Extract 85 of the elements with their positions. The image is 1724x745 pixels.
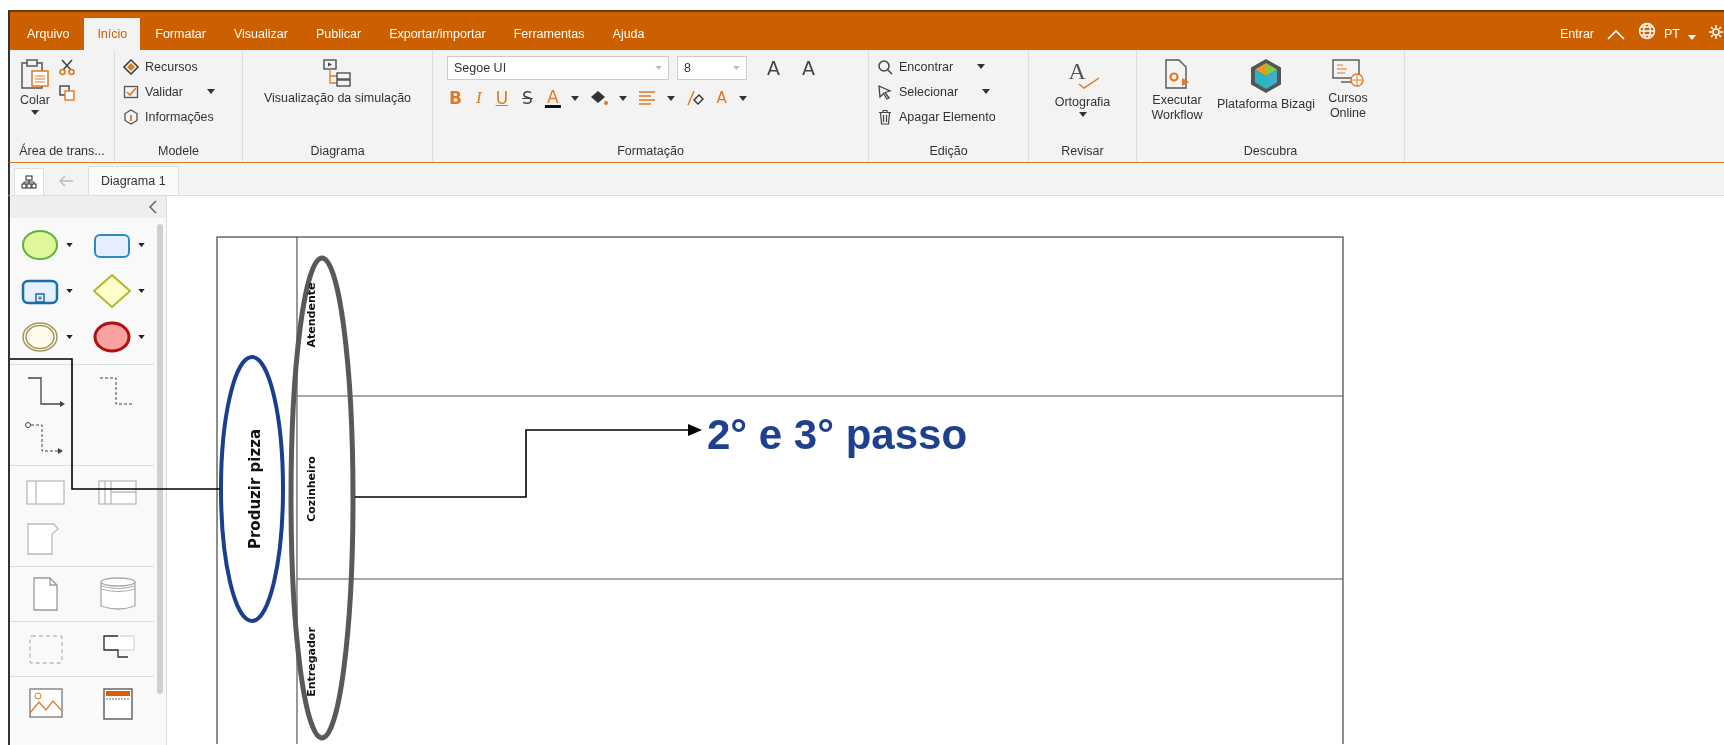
info-button[interactable]: Informações [121,106,236,127]
gateway-icon[interactable] [91,273,132,309]
simulation-icon [322,58,353,88]
caret-icon [982,89,991,94]
caret-icon [207,89,215,94]
grow-font-button[interactable]: A [765,58,782,78]
menu-tab[interactable]: Arquivo [14,18,83,50]
caret-icon [977,64,986,69]
online-courses-button[interactable]: Cursos Online [1320,56,1375,123]
language-selector[interactable]: PT [1662,18,1682,50]
lane-label: Entregador [305,627,318,697]
run-workflow-button[interactable]: Executar Workflow [1143,56,1211,125]
clipboard-icon [20,58,50,90]
caret-icon[interactable] [666,95,675,101]
hierarchy-icon [21,175,37,189]
document-tab[interactable]: Diagrama 1 [88,166,179,195]
diamond-icon [123,58,139,75]
sequence-flow-icon[interactable] [26,376,66,408]
monitor-globe-icon [1330,58,1365,88]
checkbox-icon [123,83,139,100]
caret-icon [31,110,39,115]
strikethrough-button[interactable]: S [520,88,535,108]
resources-button[interactable]: Recursos [121,56,236,77]
shrink-font-button[interactable]: A [800,58,817,78]
align-icon[interactable] [636,90,657,106]
trash-icon [877,108,893,125]
find-button[interactable]: Encontrar [875,56,1022,77]
settings-icon[interactable] [1708,24,1724,40]
caret-icon[interactable] [137,335,145,339]
menu-tab[interactable]: Formatar [142,18,219,50]
caret-icon [1078,112,1087,117]
globe-icon[interactable] [1638,22,1656,40]
collapse-icon[interactable] [1606,28,1626,40]
end-event-icon[interactable] [91,321,132,353]
message-flow-icon[interactable] [24,421,64,455]
menu-tab[interactable]: Publicar [302,18,375,50]
validate-button[interactable]: Validar [121,81,236,102]
pool[interactable] [216,236,1344,744]
pointer-icon [877,83,893,100]
image-icon[interactable] [26,687,66,721]
search-icon [877,58,893,75]
spelling-button[interactable]: A Ortografia [1050,56,1115,119]
data-store-icon[interactable] [98,576,138,612]
lane-icon[interactable] [98,480,138,506]
group-label: Modele [158,143,199,160]
lane-label: Atendente [305,282,318,348]
font-size-field[interactable]: 8 [677,56,747,80]
annotation-text: 2° e 3° passo [707,411,968,458]
delete-element-button[interactable]: Apagar Elemento [875,106,1022,127]
lane-label: Cozinheiro [305,456,318,522]
simulation-view-button[interactable]: Visualização da simulação [259,56,416,107]
group-label: Diagrama [310,143,365,160]
font-family-field[interactable]: Segoe UI [447,56,669,80]
caret-icon[interactable] [618,95,627,101]
eraser-icon[interactable] [684,89,705,107]
bizagi-platform-button[interactable]: Plataforma Bizagi [1213,56,1319,113]
group-label: Formatação [617,143,684,160]
menu-tab[interactable]: Ajuda [599,18,658,50]
select-button[interactable]: Selecionar [875,81,1022,102]
hexagon-logo-icon [1248,58,1284,94]
intermediate-event-icon[interactable] [19,321,60,353]
menu-tab[interactable]: Visualizar [221,18,301,50]
caret-icon[interactable] [570,95,579,101]
paste-button[interactable]: Colar [16,56,54,117]
sign-in-link[interactable]: Entrar [1553,18,1600,50]
group-label: Área de trans... [19,142,105,160]
menu-tab[interactable]: Exportar/importar [376,18,499,50]
caret-icon[interactable] [65,335,73,339]
menu-tab[interactable]: Início [84,18,141,50]
group-label: Edição [929,143,968,160]
diagram-map-button[interactable] [14,168,44,195]
start-event-icon[interactable] [19,229,60,261]
caret-icon[interactable] [65,243,73,247]
group-label: Revisar [1061,143,1104,160]
scissors-icon[interactable] [58,58,76,76]
caret-icon[interactable] [738,95,747,101]
pool-label: Produzir pizza [246,428,264,550]
info-icon [123,108,139,125]
caret-icon[interactable] [65,289,73,293]
copy-icon[interactable] [58,84,76,102]
menu-tab[interactable]: Ferramentas [500,18,598,50]
caret-icon[interactable] [137,243,145,247]
group-label: Descubra [1243,143,1298,160]
caret-icon[interactable] [137,289,145,293]
scrollbar[interactable] [157,224,163,694]
